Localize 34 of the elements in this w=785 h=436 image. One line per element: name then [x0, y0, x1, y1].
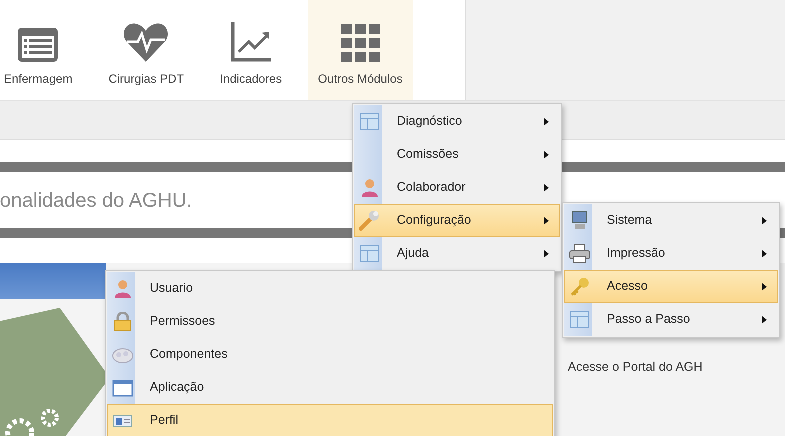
- menu-item[interactable]: Acesso: [564, 270, 778, 303]
- table-icon: [359, 112, 381, 132]
- line-chart-icon: [229, 20, 274, 64]
- heart-icon: [123, 22, 170, 64]
- user-icon: [112, 278, 134, 298]
- menu-item[interactable]: Impressão: [564, 237, 778, 270]
- menu-item[interactable]: Colaborador: [354, 171, 560, 204]
- window-icon: [112, 378, 134, 398]
- list-icon: [16, 26, 60, 64]
- user-icon: [359, 178, 381, 198]
- menu-item[interactable]: Perfil: [107, 404, 553, 436]
- menu-item[interactable]: Passo a Passo: [564, 303, 778, 336]
- portal-text: Acesse o Portal do AGH: [568, 359, 704, 376]
- table-icon: [359, 244, 381, 264]
- wrench-icon: [359, 210, 381, 230]
- toolbar-button[interactable]: Outros Módulos: [308, 0, 413, 100]
- menu-item[interactable]: Componentes: [107, 338, 553, 371]
- menu-item[interactable]: Configuração: [354, 204, 560, 237]
- lock-icon: [112, 312, 134, 332]
- printer-icon: [569, 244, 591, 264]
- menu-item[interactable]: Permissoes: [107, 305, 553, 338]
- menu-item[interactable]: Comissões: [354, 138, 560, 171]
- menu-item[interactable]: Diagnóstico: [354, 105, 560, 138]
- menu-item[interactable]: Aplicação: [107, 371, 553, 404]
- menu-item[interactable]: Ajuda: [354, 237, 560, 270]
- toolbar-button[interactable]: Cirurgias PDT: [98, 0, 194, 100]
- menu-item[interactable]: Usuario: [107, 272, 553, 305]
- menu-item[interactable]: Sistema: [564, 204, 778, 237]
- toolbar-button[interactable]: Enfermagem: [0, 0, 83, 100]
- key-icon: [569, 276, 591, 296]
- intro-text: onalidades do AGHU.: [0, 189, 192, 214]
- table-icon: [569, 310, 591, 330]
- toolbar-button[interactable]: Indicadores: [210, 0, 292, 100]
- grid-icon: [339, 22, 382, 64]
